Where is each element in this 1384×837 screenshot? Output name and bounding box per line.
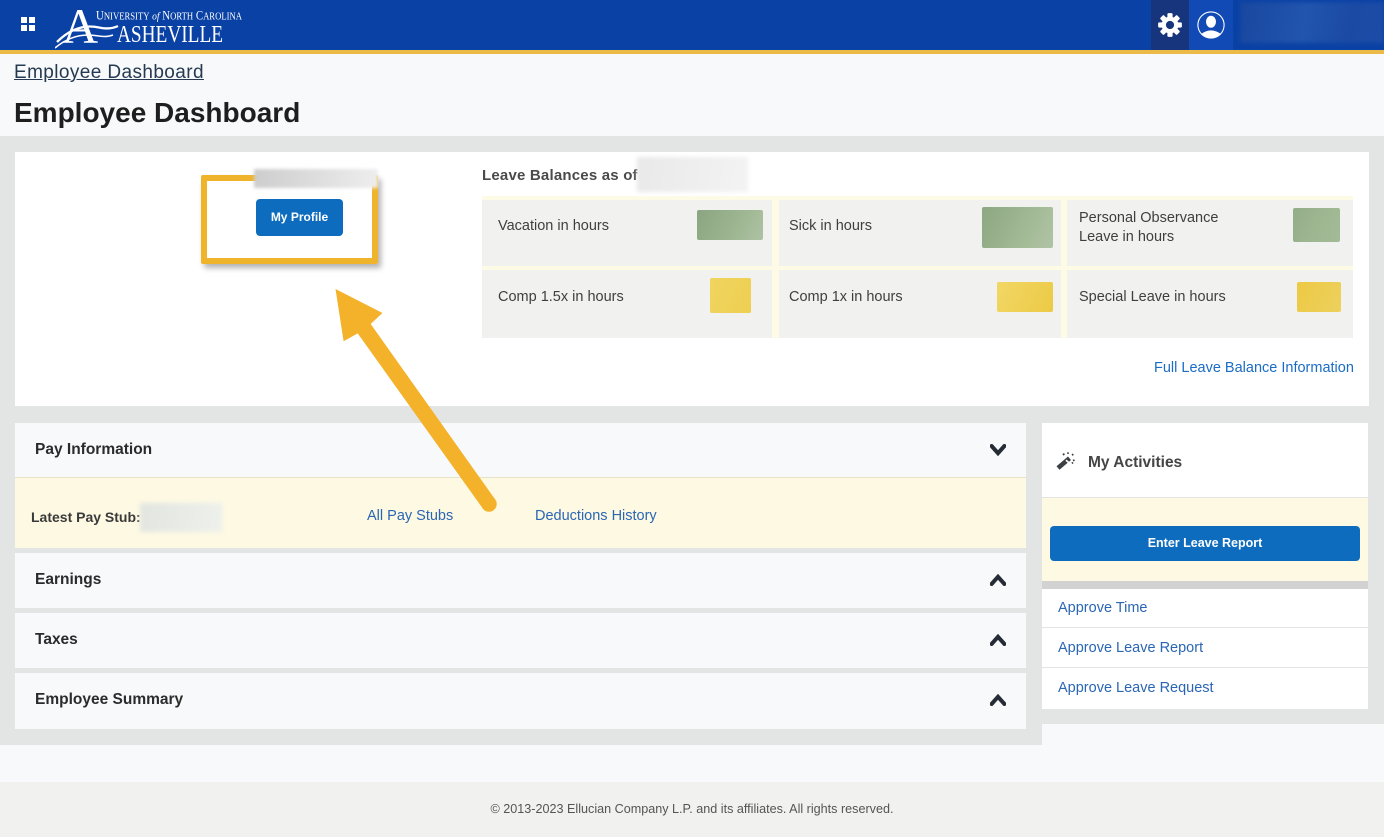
svg-text:ASHEVILLE: ASHEVILLE <box>117 22 223 48</box>
svg-text:UNIVERSITY of NORTH CAROLINA: UNIVERSITY of NORTH CAROLINA <box>96 9 243 23</box>
